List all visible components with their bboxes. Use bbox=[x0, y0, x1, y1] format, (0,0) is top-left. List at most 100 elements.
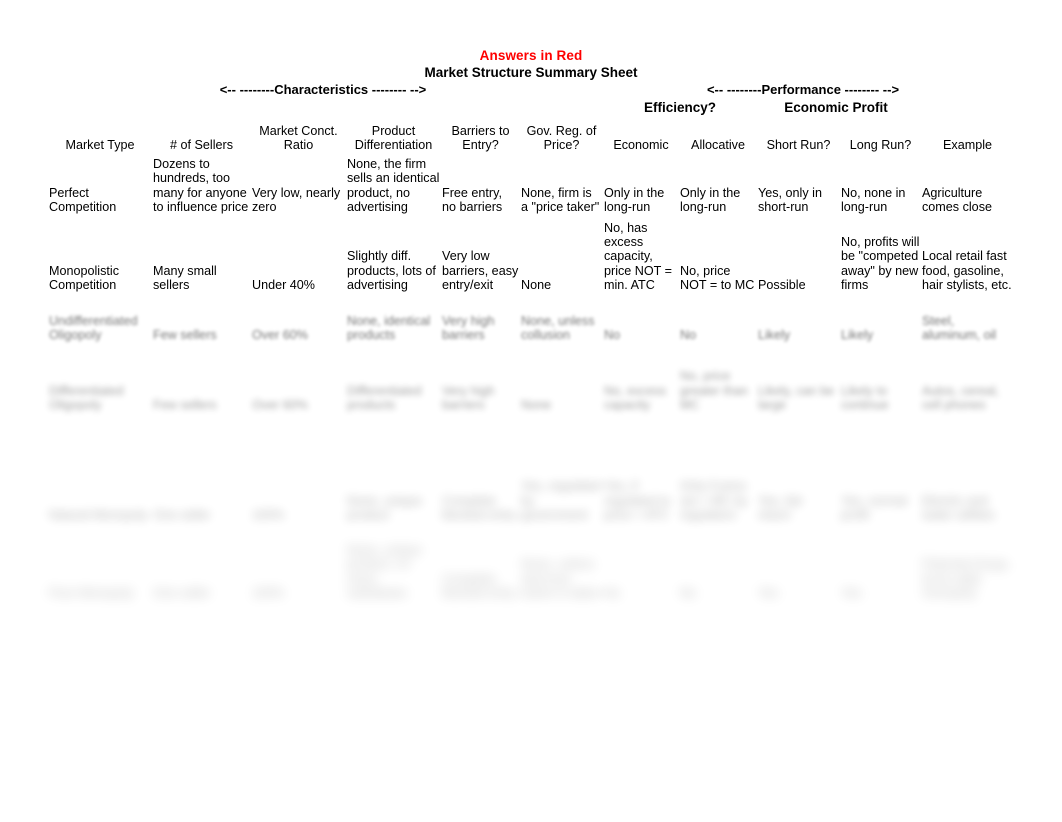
cell-long-run: Likely bbox=[841, 327, 874, 342]
column-header-line2: Price? bbox=[543, 137, 580, 152]
table-row: Monopolistic Competition Many small selle… bbox=[48, 214, 1014, 292]
cell-gov-reg: None, firm is a "price taker" bbox=[521, 185, 600, 214]
cell-product-diff: None, unique product bbox=[347, 493, 422, 522]
column-header-8: Short Run? bbox=[757, 118, 840, 152]
cell-allocative: No, price greater than MC bbox=[680, 369, 748, 412]
column-header-2: Market Conct. Ratio bbox=[251, 118, 346, 152]
cell-long-run: No, profits will be "competed away" by n… bbox=[841, 235, 920, 292]
cell-example: Steel, aluminum, oil bbox=[922, 313, 997, 342]
column-header-9: Long Run? bbox=[840, 118, 921, 152]
column-header-10: Example bbox=[921, 118, 1014, 152]
column-header-line1: # of Sellers bbox=[170, 137, 233, 152]
column-header-line1: Barriers to bbox=[451, 123, 510, 138]
cell-market-type: Natural Monopoly bbox=[49, 507, 148, 522]
cell-short-run: Yes, only in short-run bbox=[758, 185, 822, 214]
table-row: Natural Monopoly One seller 100% None, uniq… bbox=[48, 412, 1014, 522]
cell-short-run: Possible bbox=[758, 277, 806, 292]
cell-allocative: No, price NOT = to MC bbox=[680, 263, 755, 292]
cell-economic: No, excess capacity bbox=[604, 383, 667, 412]
cell-economic: No bbox=[604, 327, 621, 342]
cell-sellers: Many small sellers bbox=[153, 263, 217, 292]
performance-band-label: <-- --------Performance -------- --> bbox=[706, 82, 900, 97]
cell-allocative: No bbox=[680, 585, 697, 600]
cell-market-type: Perfect Competition bbox=[49, 185, 117, 214]
cell-barriers: Very high barriers bbox=[442, 383, 495, 412]
cell-allocative: No bbox=[680, 327, 697, 342]
column-header-line1: Economic bbox=[613, 137, 669, 152]
cell-sellers: Few sellers bbox=[153, 327, 217, 342]
cell-sellers: One seller bbox=[153, 585, 211, 600]
table-header: Market Type # of Sellers Market Conct. Rati… bbox=[48, 118, 1014, 152]
column-header-line1: Long Run? bbox=[849, 137, 912, 152]
column-header-line1: Short Run? bbox=[766, 137, 831, 152]
cell-economic: No bbox=[604, 585, 621, 600]
column-header-line1: Allocative bbox=[691, 137, 745, 152]
cell-conct-ratio: Very low, nearly zero bbox=[252, 185, 341, 214]
cell-economic: No, has excess capacity, price NOT = min… bbox=[604, 220, 673, 292]
cell-conct-ratio: Over 60% bbox=[252, 397, 308, 412]
cell-market-type: Monopolistic Competition bbox=[49, 263, 119, 292]
cell-gov-reg: Yes, regulated by government bbox=[521, 479, 602, 522]
cell-sellers: Dozens to hundreds, too many for anyone … bbox=[153, 157, 249, 214]
table-body: Perfect Competition Dozens to hundreds, t… bbox=[48, 152, 1014, 600]
cell-market-type: Undifferentiated Oligopoly bbox=[49, 313, 138, 342]
cell-product-diff: Differentiated products bbox=[347, 383, 422, 412]
cell-product-diff: Slightly diff. products, lots of adverti… bbox=[347, 249, 436, 292]
cell-gov-reg: None bbox=[521, 397, 552, 412]
table-row: Differentiated Oligopoly Few sellers Over … bbox=[48, 342, 1014, 412]
cell-market-type: Pure Monopoly bbox=[49, 585, 134, 600]
page-title: Market Structure Summary Sheet bbox=[424, 65, 638, 80]
cell-gov-reg: None, unless anti-trust action is taken bbox=[521, 557, 602, 600]
cell-allocative: Only in the long-run bbox=[680, 185, 741, 214]
table-row: Perfect Competition Dozens to hundreds, t… bbox=[48, 152, 1014, 214]
cell-short-run: Likely, can be large bbox=[758, 383, 835, 412]
column-header-7: Allocative bbox=[679, 118, 757, 152]
cell-example: Autos, cereal, cell phones bbox=[922, 383, 1000, 412]
column-header-line2: Entry? bbox=[462, 137, 499, 152]
characteristics-band-label: <-- --------Characteristics -------- --> bbox=[219, 82, 427, 97]
column-header-line1: Example bbox=[943, 137, 992, 152]
column-header-line1: Market Conct. bbox=[259, 123, 338, 138]
cell-conct-ratio: Under 40% bbox=[252, 277, 316, 292]
column-header-0: Market Type bbox=[48, 118, 152, 152]
column-header-line2: Differentiation bbox=[354, 137, 433, 152]
cell-economic: Only in the long-run bbox=[604, 185, 665, 214]
efficiency-group-label: Efficiency? bbox=[643, 100, 717, 115]
market-structure-table: Market Type # of Sellers Market Conct. Rati… bbox=[48, 118, 1014, 600]
cell-short-run: Yes bbox=[758, 585, 779, 600]
cell-example: Patented drugs, local cable monopoly bbox=[922, 557, 1011, 600]
worksheet-page: Answers in Red Market Structure Summary … bbox=[0, 0, 1062, 822]
cell-long-run: No, none in long-run bbox=[841, 185, 906, 214]
cell-sellers: Few sellers bbox=[153, 397, 217, 412]
cell-example: Electric and water utilities bbox=[922, 493, 995, 522]
cell-conct-ratio: 100% bbox=[252, 585, 285, 600]
column-header-4: Barriers to Entry? bbox=[441, 118, 520, 152]
cell-barriers: Very high barriers bbox=[442, 313, 495, 342]
cell-gov-reg: None, unless collusion bbox=[521, 313, 595, 342]
cell-gov-reg: None bbox=[521, 277, 552, 292]
cell-barriers: Complete blocked entry bbox=[442, 493, 517, 522]
column-header-line1: Product bbox=[371, 123, 416, 138]
cell-product-diff: None, the firm sells an identical produc… bbox=[347, 157, 440, 214]
cell-barriers: Free entry, no barriers bbox=[442, 185, 503, 214]
cell-barriers: Complete blocked entry bbox=[442, 571, 517, 600]
cell-sellers: One seller bbox=[153, 507, 211, 522]
cell-economic: Yes, if regulated to price = ATC bbox=[604, 479, 671, 522]
cell-product-diff: None, identical products bbox=[347, 313, 431, 342]
cell-short-run: Yes, fair return bbox=[758, 493, 804, 522]
cell-example: Local retail fast food, gasoline, hair s… bbox=[922, 249, 1012, 292]
column-header-6: Economic bbox=[603, 118, 679, 152]
column-header-line1: Market Type bbox=[65, 137, 135, 152]
cell-allocative: Only if price set = MC by regulators bbox=[680, 479, 748, 522]
column-header-3: Product Differentiation bbox=[346, 118, 441, 152]
cell-short-run: Likely bbox=[758, 327, 791, 342]
cell-market-type: Differentiated Oligopoly bbox=[49, 383, 124, 412]
column-header-line1: Gov. Reg. of bbox=[526, 123, 597, 138]
cell-long-run: Likely to continue bbox=[841, 383, 889, 412]
cell-example: Agriculture comes close bbox=[922, 185, 992, 214]
economic-profit-group-label: Economic Profit bbox=[784, 100, 888, 115]
table-row: Pure Monopoly One seller 100% None, unique … bbox=[48, 522, 1014, 600]
cell-conct-ratio: 100% bbox=[252, 507, 285, 522]
cell-conct-ratio: Over 60% bbox=[252, 327, 308, 342]
table-row: Undifferentiated Oligopoly Few sellers Ove… bbox=[48, 292, 1014, 342]
